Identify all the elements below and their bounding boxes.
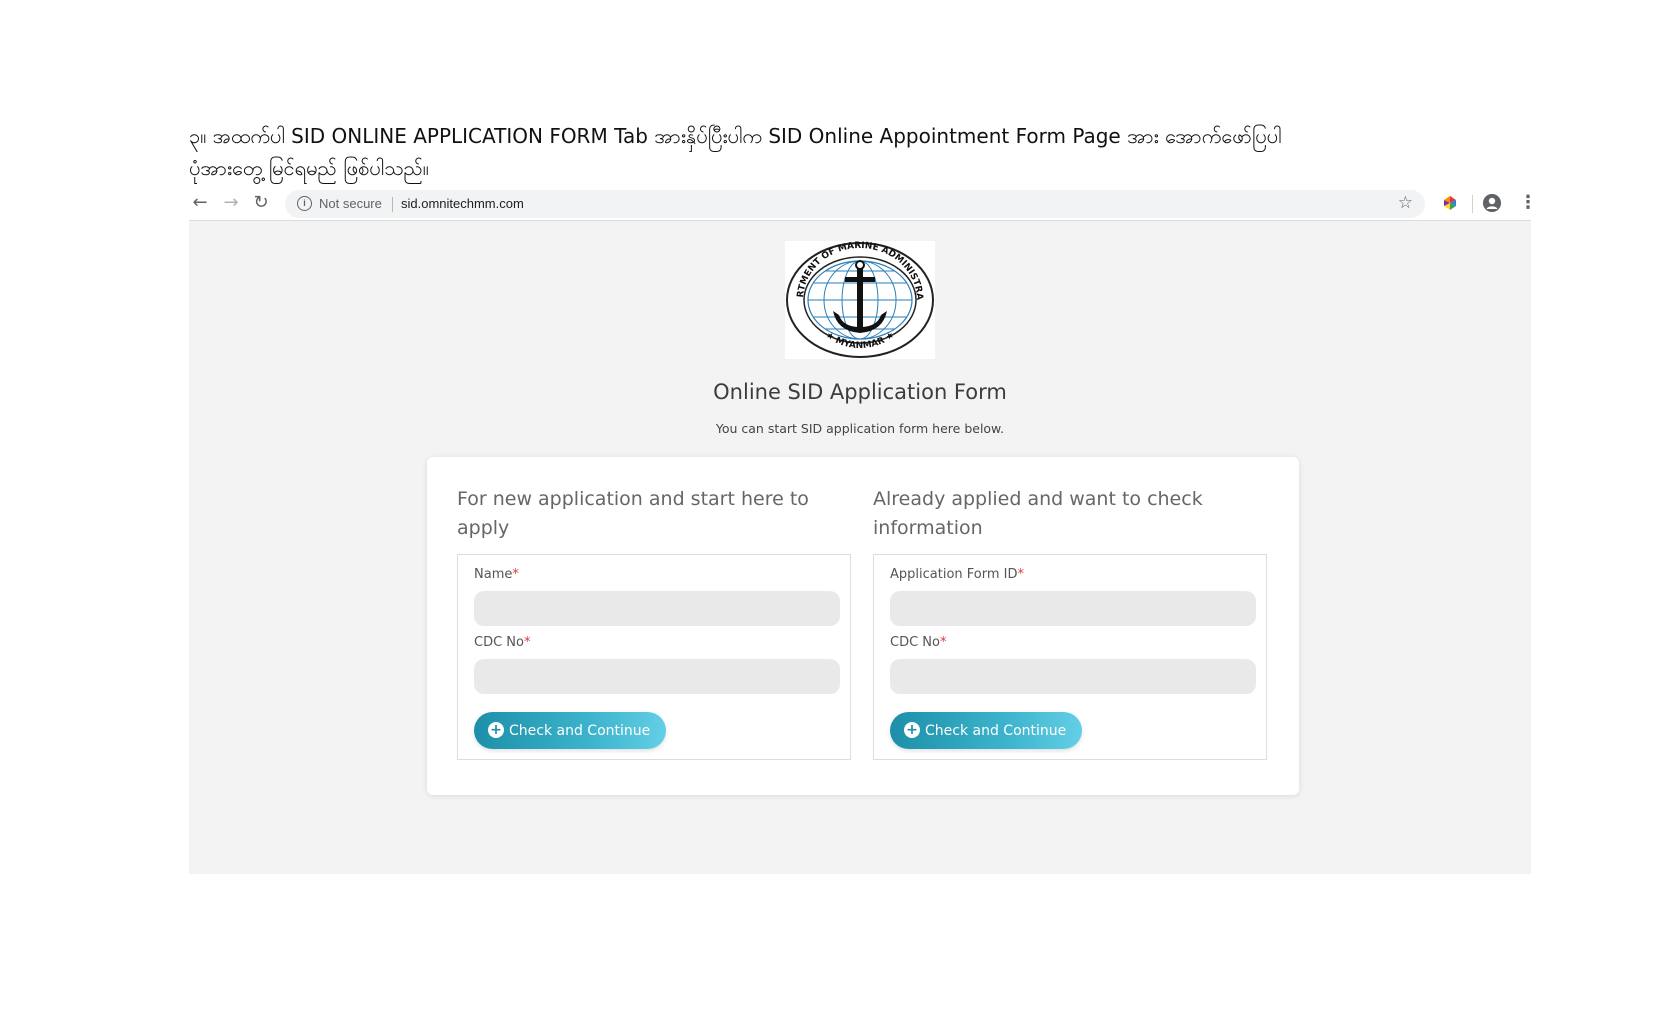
name-label: Name* — [474, 567, 519, 582]
not-secure-label: Not secure — [319, 196, 382, 211]
name-input[interactable] — [474, 591, 840, 626]
plus-circle-icon: + — [904, 722, 920, 738]
instruction-line-2: ပုံအားတွေ့ မြင်ရမည် ဖြစ်ပါသည်။ — [189, 156, 429, 180]
marine-administration-logo: DEPARTMENT OF MARINE ADMINISTRATION ★ MY… — [785, 241, 935, 359]
check-application-heading: Already applied and want to check inform… — [873, 488, 1203, 539]
required-mark: * — [1017, 567, 1025, 582]
info-icon[interactable]: i — [297, 196, 312, 211]
browser-window: ← → ↻ i Not secure sid.omnitechmm.com ☆ … — [189, 187, 1537, 874]
extension-icon[interactable] — [1442, 195, 1458, 211]
button-label: Check and Continue — [509, 722, 651, 739]
application-card: For new application and start here to ap… — [427, 457, 1299, 795]
new-application-form: Name* CDC No* + Check and Continue — [457, 554, 851, 760]
kebab-menu-icon[interactable]: ⋮ — [1519, 193, 1537, 213]
new-application-heading: For new application and start here to ap… — [457, 488, 809, 539]
instruction-text: ၃။ အထက်ပါ SID ONLINE APPLICATION FORM Ta… — [189, 120, 1489, 184]
profile-icon[interactable] — [1483, 194, 1501, 212]
plus-circle-icon: + — [488, 722, 504, 738]
application-form-id-label-text: Application Form ID — [890, 567, 1018, 582]
instruction-line-1: ၃။ အထက်ပါ SID ONLINE APPLICATION FORM Ta… — [189, 124, 1282, 148]
address-bar[interactable]: i Not secure sid.omnitechmm.com ☆ — [285, 190, 1425, 218]
cdc-no-input[interactable] — [474, 659, 840, 694]
application-form-id-input[interactable] — [890, 591, 1256, 626]
toolbar-divider — [1472, 195, 1473, 213]
bookmark-star-icon[interactable]: ☆ — [1398, 193, 1413, 213]
required-mark: * — [939, 635, 947, 650]
name-label-text: Name — [474, 567, 513, 582]
reload-icon[interactable]: ↻ — [250, 192, 272, 214]
required-mark: * — [512, 567, 519, 582]
button-label: Check and Continue — [925, 722, 1067, 739]
url-text[interactable]: sid.omnitechmm.com — [401, 196, 524, 211]
forward-arrow-icon[interactable]: → — [220, 192, 242, 214]
check-check-and-continue-button[interactable]: + Check and Continue — [890, 712, 1082, 749]
required-mark: * — [523, 635, 531, 650]
page-subtitle: You can start SID application form here … — [715, 421, 1005, 436]
cdc-no-label-text: CDC No — [474, 635, 524, 650]
check-application-form: Application Form ID* CDC No* + Check and … — [873, 554, 1267, 760]
cdc-no-label: CDC No* — [474, 635, 530, 650]
new-check-and-continue-button[interactable]: + Check and Continue — [474, 712, 666, 749]
browser-toolbar: ← → ↻ i Not secure sid.omnitechmm.com ☆ … — [189, 187, 1537, 221]
check-cdc-no-input[interactable] — [890, 659, 1256, 694]
back-arrow-icon[interactable]: ← — [189, 192, 211, 214]
page-title: Online SID Application Form — [713, 380, 1007, 404]
application-form-id-label: Application Form ID* — [890, 567, 1024, 582]
address-separator — [392, 197, 393, 212]
check-cdc-no-label: CDC No* — [890, 635, 946, 650]
check-cdc-no-label-text: CDC No — [890, 635, 940, 650]
